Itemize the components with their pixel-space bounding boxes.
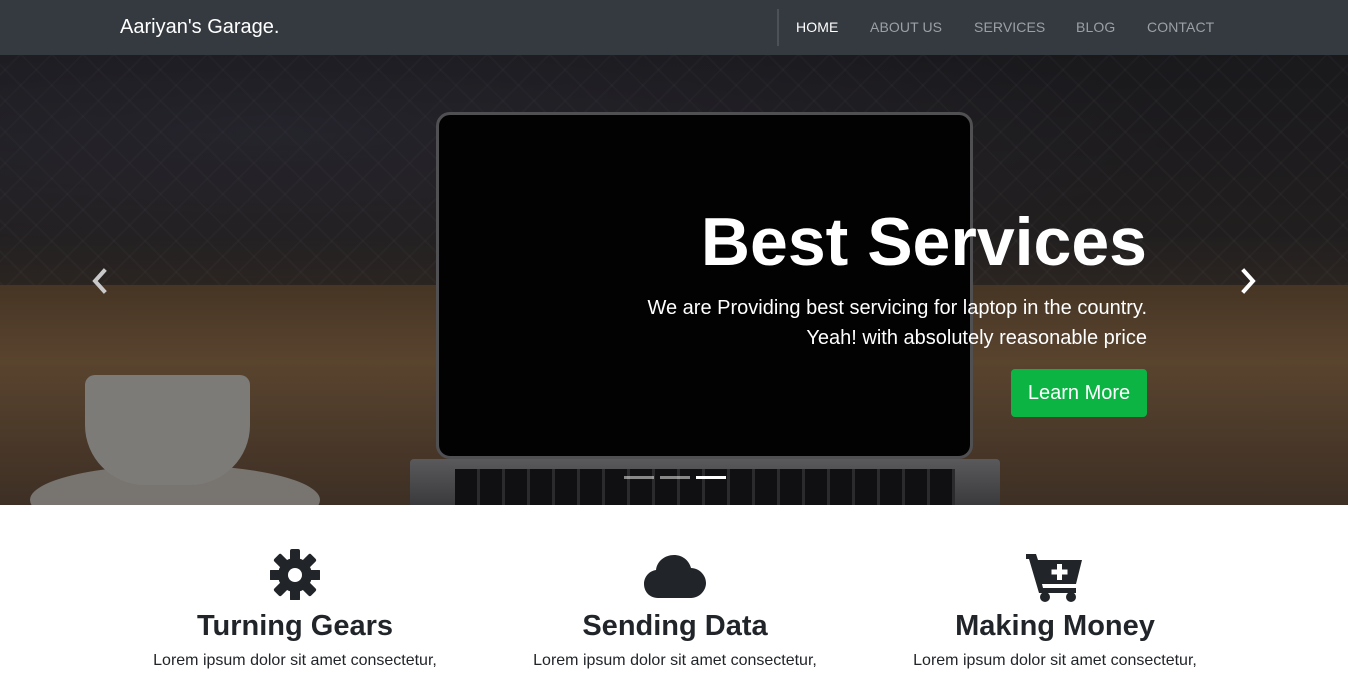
carousel-indicator-1[interactable] <box>624 476 654 479</box>
hero-subtitle-line-1: We are Providing best servicing for lapt… <box>647 297 1147 319</box>
carousel-next-button[interactable] <box>1233 264 1263 298</box>
carousel-prev-button[interactable] <box>85 264 115 298</box>
brand-logo[interactable]: Aariyan's Garage. <box>120 15 279 39</box>
nav-link-contact[interactable]: CONTACT <box>1147 19 1214 35</box>
cloud-icon <box>644 554 706 605</box>
nav-link-about-us[interactable]: ABOUT US <box>870 19 942 35</box>
cart-plus-icon <box>1026 552 1084 607</box>
chevron-right-icon <box>1241 268 1256 294</box>
feature-text: Lorem ipsum dolor sit amet consectetur, <box>153 652 437 669</box>
feature-title: Making Money <box>955 610 1155 642</box>
nav-link-home[interactable]: HOME <box>796 19 838 35</box>
navbar: Aariyan's Garage. HOME ABOUT US SERVICES… <box>0 0 1348 55</box>
feature-text: Lorem ipsum dolor sit amet consectetur, <box>533 652 817 669</box>
hero-carousel: Best Services We are Providing best serv… <box>0 55 1348 505</box>
nav-divider <box>777 9 779 46</box>
feature-text: Lorem ipsum dolor sit amet consectetur, <box>913 652 1197 669</box>
gear-icon <box>269 548 321 605</box>
learn-more-button[interactable]: Learn More <box>1011 369 1147 417</box>
hero-subtitle-line-2: Yeah! with absolutely reasonable price <box>806 327 1147 349</box>
chevron-left-icon <box>92 268 107 294</box>
nav-link-services[interactable]: SERVICES <box>974 19 1045 35</box>
carousel-indicators <box>624 475 728 481</box>
carousel-indicator-3[interactable] <box>696 476 726 479</box>
carousel-indicator-2[interactable] <box>660 476 690 479</box>
hero-title: Best Services <box>700 204 1147 280</box>
nav-link-blog[interactable]: BLOG <box>1076 19 1115 35</box>
feature-title: Sending Data <box>582 610 768 642</box>
feature-title: Turning Gears <box>196 610 394 642</box>
